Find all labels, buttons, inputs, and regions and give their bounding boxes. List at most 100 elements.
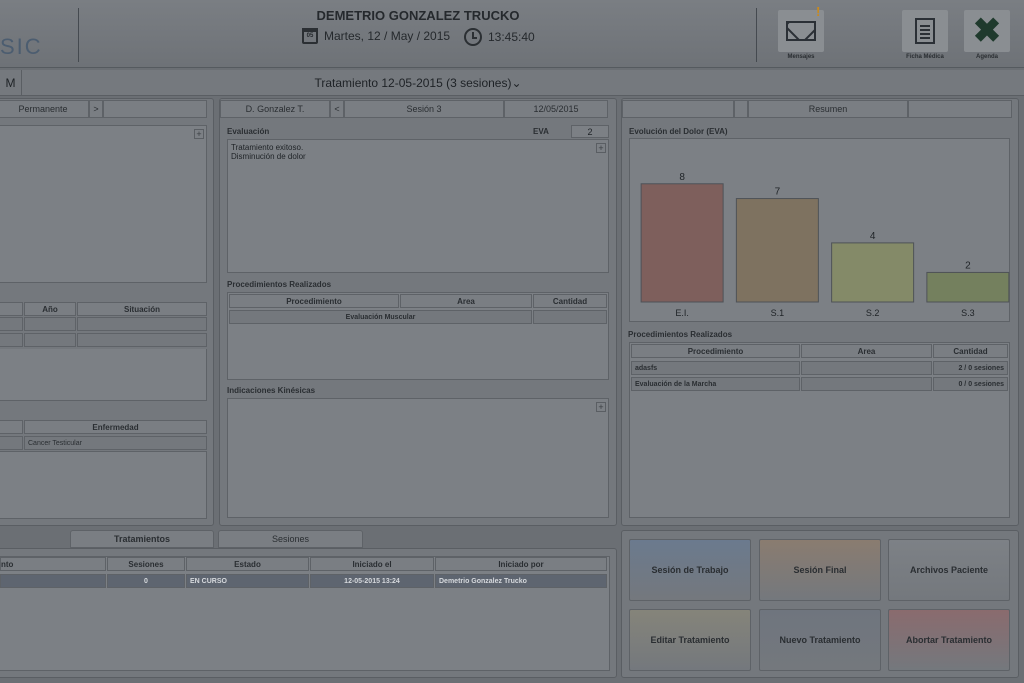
- treatments-header-sessions: Sesiones: [107, 557, 185, 571]
- category-label: E.I.: [675, 308, 689, 318]
- treatments-header-status: Estado: [186, 557, 309, 571]
- tab-tratamientos[interactable]: Tratamientos: [70, 530, 214, 548]
- treatments-header-name: nto: [0, 557, 106, 571]
- summary-row-quantity: 0 / 0 sesiones: [933, 377, 1008, 391]
- history-header-status: Situación: [77, 302, 207, 316]
- evaluation-text[interactable]: Tratamiento exitoso. Disminución de dolo…: [227, 139, 609, 273]
- prev-arrow-icon[interactable]: <: [330, 100, 344, 118]
- table-cell: [801, 361, 932, 375]
- procedures-header-name: Procedimiento: [229, 294, 399, 308]
- agenda-label: Agenda: [975, 54, 998, 60]
- bar-chart: 8 E.I. 7 S.1 4 S.2 2 S.3: [640, 172, 1010, 318]
- medical-record-button[interactable]: [902, 10, 948, 52]
- table-cell: [77, 333, 207, 347]
- header-divider-right: [756, 8, 757, 62]
- treatment-title: Tratamiento 12-05-2015 (3 sesiones): [314, 76, 512, 90]
- summary-row-quantity: 2 / 0 sesiones: [933, 361, 1008, 375]
- eva-input[interactable]: 2: [571, 125, 609, 138]
- chevron-down-icon: ⌄: [511, 76, 522, 90]
- new-treatment-button[interactable]: Nuevo Tratamiento: [759, 609, 881, 671]
- tab-spacer: [734, 100, 748, 118]
- therapist-tab[interactable]: D. Gonzalez T.: [220, 100, 330, 118]
- final-session-button[interactable]: Sesión Final: [759, 539, 881, 601]
- bar-value-label: 8: [679, 172, 685, 183]
- treatment-started-by[interactable]: Demetrio Gonzalez Trucko: [435, 574, 607, 588]
- indications-title: Indicaciones Kinésicas: [227, 386, 316, 395]
- app-header: SIC DEMETRIO GONZALEZ TRUCKO 05 Martes, …: [0, 0, 1024, 68]
- time-text: 13:45:40: [488, 30, 535, 44]
- table-cell: [77, 317, 207, 331]
- treatments-header-started-by: Iniciado por: [435, 557, 607, 571]
- next-arrow-icon[interactable]: >: [89, 100, 103, 118]
- treatment-bar: M Tratamiento 12-05-2015 (3 sesiones)⌄: [0, 70, 1024, 96]
- tab-sesiones[interactable]: Sesiones: [218, 530, 363, 548]
- session-tab[interactable]: Sesión 3: [344, 100, 504, 118]
- treatment-started[interactable]: 12-05-2015 13:24: [310, 574, 434, 588]
- summary-row-name[interactable]: adasfs: [631, 361, 800, 375]
- history-header-blank: [0, 302, 23, 316]
- history-table-body: [0, 349, 207, 401]
- current-time: 13:45:40: [464, 28, 535, 46]
- procedures-header-quantity: Cantidad: [533, 294, 607, 308]
- indications-text[interactable]: +: [227, 398, 609, 518]
- chart-bar: [735, 198, 819, 303]
- disease-header: Enfermedad: [24, 420, 207, 434]
- summary-header-quantity: Cantidad: [933, 344, 1008, 358]
- treatment-selector[interactable]: Tratamiento 12-05-2015 (3 sesiones)⌄: [0, 76, 836, 90]
- treatment-sessions[interactable]: 0: [107, 574, 185, 588]
- history-header-year: Año: [24, 302, 76, 316]
- category-label: S.3: [961, 308, 975, 318]
- tab-permanente[interactable]: Permanente: [0, 100, 89, 118]
- session-date-tab: 12/05/2015: [504, 100, 608, 118]
- current-date: 05 Martes, 12 / May / 2015: [302, 28, 450, 44]
- chart-title: Evolución del Dolor (EVA): [629, 127, 728, 136]
- work-session-button[interactable]: Sesión de Trabajo: [629, 539, 751, 601]
- table-cell: [0, 436, 23, 450]
- tab-empty[interactable]: [103, 100, 207, 118]
- patient-files-button[interactable]: Archivos Paciente: [888, 539, 1010, 601]
- add-icon[interactable]: +: [596, 402, 606, 412]
- left-panel: Permanente > + Año Situación Enfermedad …: [0, 98, 214, 526]
- tab-blank-left[interactable]: [622, 100, 734, 118]
- summary-procedures-title: Procedimientos Realizados: [628, 330, 733, 339]
- evaluation-title: Evaluación: [227, 127, 270, 136]
- summary-header-name: Procedimiento: [631, 344, 800, 358]
- table-cell: [0, 317, 23, 331]
- messages-label: Mensajes: [787, 54, 815, 60]
- medical-record-label: Ficha Médica: [906, 54, 944, 60]
- table-cell: [24, 317, 76, 331]
- bar-value-label: 4: [870, 231, 876, 242]
- procedure-row[interactable]: Evaluación Muscular: [229, 310, 532, 324]
- table-cell: [24, 333, 76, 347]
- summary-row-name[interactable]: Evaluación de la Marcha: [631, 377, 800, 391]
- patient-name: DEMETRIO GONZALEZ TRUCKO: [316, 8, 520, 23]
- evaluation-line: Disminución de dolor: [231, 152, 306, 161]
- calendar-icon: 05: [302, 28, 318, 44]
- add-icon[interactable]: +: [596, 143, 606, 153]
- agenda-button[interactable]: ✖: [964, 10, 1010, 52]
- chart-bar: [926, 271, 1010, 303]
- abort-treatment-button[interactable]: Abortar Tratamiento: [888, 609, 1010, 671]
- add-icon[interactable]: +: [194, 129, 204, 139]
- edit-treatment-button[interactable]: Editar Tratamiento: [629, 609, 751, 671]
- table-cell: [533, 310, 607, 324]
- session-panel: D. Gonzalez T. < Sesión 3 12/05/2015 Eva…: [219, 98, 617, 526]
- treatment-status[interactable]: EN CURSO: [186, 574, 309, 588]
- tab-resumen[interactable]: Resumen: [748, 100, 908, 118]
- app-logo: SIC: [0, 34, 43, 59]
- table-cell[interactable]: [0, 574, 106, 588]
- table-cell: [0, 333, 23, 347]
- tab-blank-right[interactable]: [908, 100, 1012, 118]
- disease-row[interactable]: Cancer Testicular: [24, 436, 207, 450]
- category-label: S.1: [771, 308, 785, 318]
- chart-bar: [640, 183, 724, 303]
- bar-value-label: 2: [965, 260, 971, 271]
- date-text: Martes, 12 / May / 2015: [324, 29, 451, 43]
- permanent-notes[interactable]: +: [0, 125, 207, 283]
- evaluation-line: Tratamiento exitoso.: [231, 143, 304, 152]
- disease-header-blank: [0, 420, 23, 434]
- disease-table-body: [0, 451, 207, 519]
- alert-icon: !: [816, 4, 821, 19]
- procedures-header-area: Area: [400, 294, 532, 308]
- summary-header-area: Area: [801, 344, 932, 358]
